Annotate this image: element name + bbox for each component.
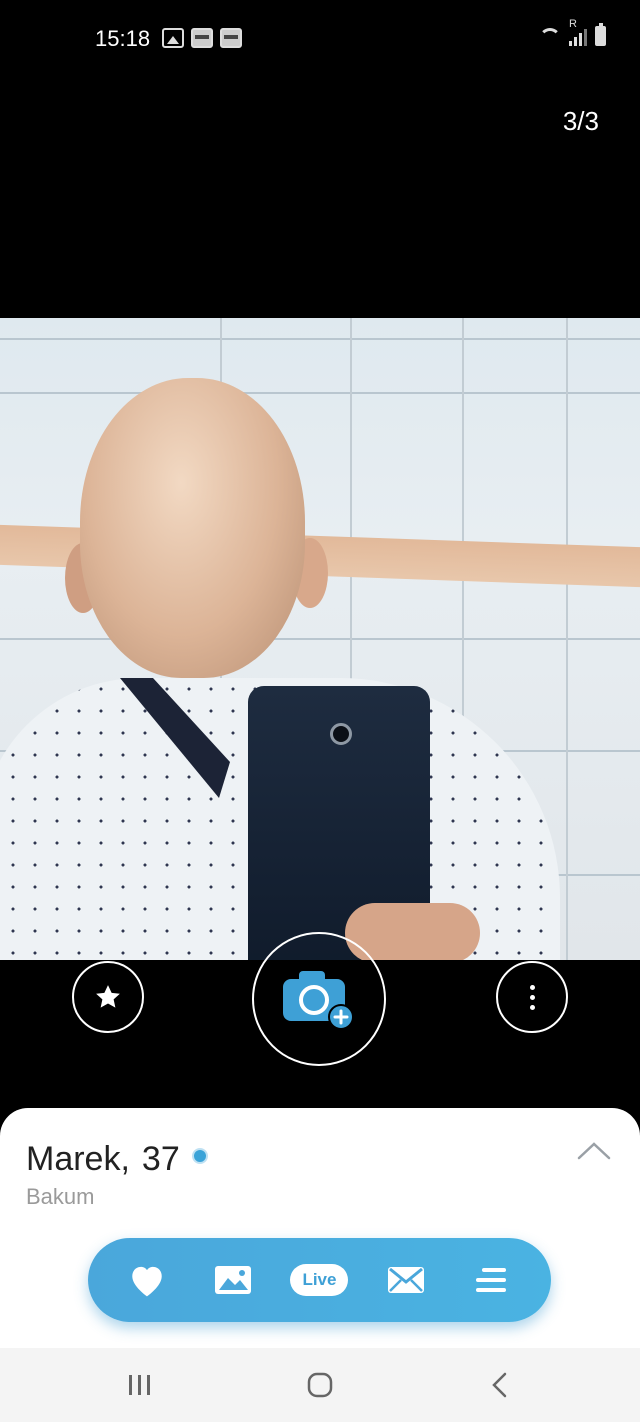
notification-icons — [162, 28, 242, 48]
like-button[interactable] — [117, 1255, 177, 1305]
profile-location: Bakum — [26, 1184, 95, 1209]
favorite-button[interactable] — [72, 961, 144, 1033]
action-bar: Live — [88, 1238, 551, 1322]
star-icon — [96, 985, 120, 1008]
signal-icon: R — [569, 18, 587, 46]
online-status-icon — [191, 1147, 208, 1164]
menu-icon — [475, 1268, 506, 1292]
expand-profile-button[interactable] — [576, 1138, 612, 1164]
recent-apps-button[interactable] — [100, 1348, 180, 1422]
back-icon — [492, 1372, 507, 1398]
recent-apps-icon — [129, 1375, 150, 1395]
heart-icon — [132, 1266, 162, 1297]
home-icon — [307, 1372, 333, 1398]
messages-button[interactable] — [376, 1255, 436, 1305]
photos-icon — [215, 1266, 252, 1294]
live-button[interactable]: Live — [289, 1255, 349, 1305]
back-button[interactable] — [460, 1348, 540, 1422]
system-nav-bar — [0, 1348, 640, 1422]
camera-plus-icon — [283, 971, 354, 1030]
home-button[interactable] — [280, 1348, 360, 1422]
live-icon: Live — [290, 1264, 349, 1296]
profile-age: 37 — [141, 1140, 180, 1178]
battery-icon — [595, 23, 606, 46]
add-photo-button[interactable] — [252, 932, 386, 1066]
status-bar: 15:18 R — [0, 0, 640, 80]
chevron-up-icon — [577, 1142, 611, 1160]
system-icons: R — [539, 18, 606, 46]
photos-button[interactable] — [203, 1255, 263, 1305]
wifi-icon — [539, 28, 561, 46]
mail-icon — [387, 1267, 424, 1293]
slots-app-icon — [191, 28, 213, 48]
network-label: R — [569, 18, 577, 30]
profile-name: Marek, — [26, 1140, 130, 1178]
status-time: 15:18 — [95, 26, 151, 51]
gallery-icon — [162, 28, 184, 48]
profile-photo[interactable] — [0, 318, 640, 960]
profile-name-row: Marek, 37 — [26, 1140, 208, 1179]
slots-app-icon — [220, 28, 242, 48]
menu-button[interactable] — [462, 1255, 522, 1305]
more-vertical-icon — [529, 984, 535, 1010]
more-options-button[interactable] — [496, 961, 568, 1033]
photo-counter: 3/3 — [562, 106, 599, 136]
